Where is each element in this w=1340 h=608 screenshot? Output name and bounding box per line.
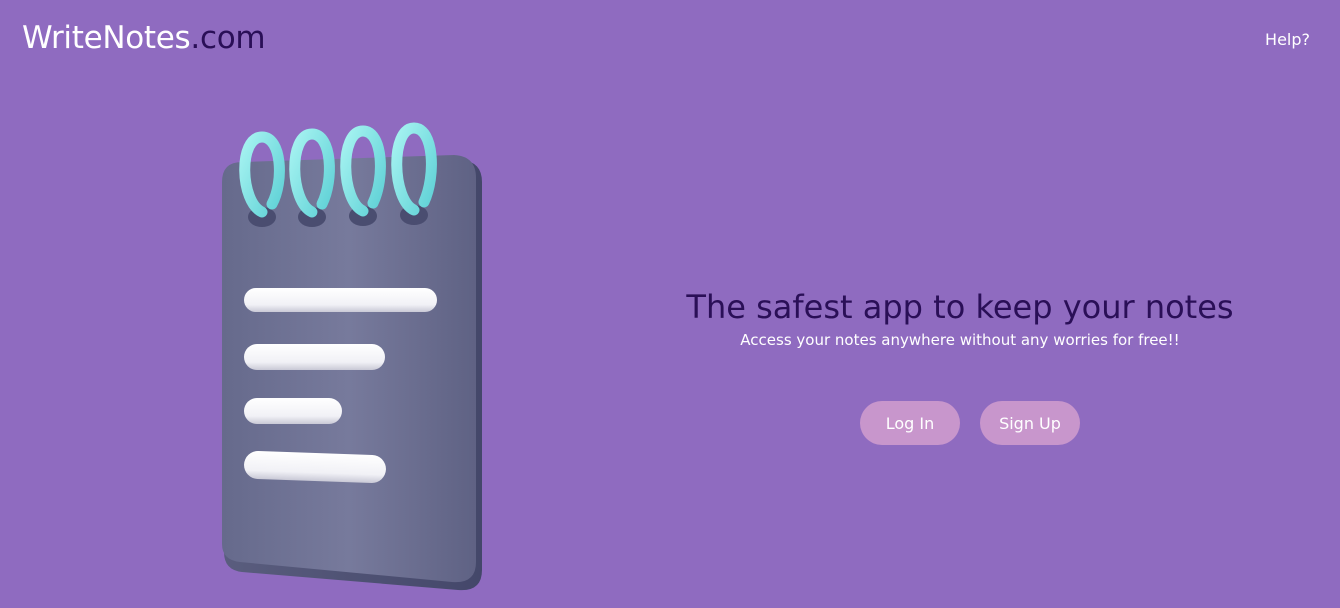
notepad-illustration [200,112,500,602]
hero-section: The safest app to keep your notes Access… [640,286,1280,352]
login-button[interactable]: Log In [860,401,960,445]
brand-logo[interactable]: WriteNotes.com [22,18,266,58]
signup-button[interactable]: Sign Up [980,401,1080,445]
hero-subtitle: Access your notes anywhere without any w… [740,331,1180,349]
top-bar: WriteNotes.com Help? [0,0,1340,80]
help-link[interactable]: Help? [1265,30,1310,50]
brand-domain-suffix: .com [190,20,266,56]
auth-actions: Log In Sign Up [860,401,1080,445]
brand-name: WriteNotes [22,20,191,56]
hero-title: The safest app to keep your notes [686,288,1234,326]
spiral-notepad-icon [222,122,482,591]
